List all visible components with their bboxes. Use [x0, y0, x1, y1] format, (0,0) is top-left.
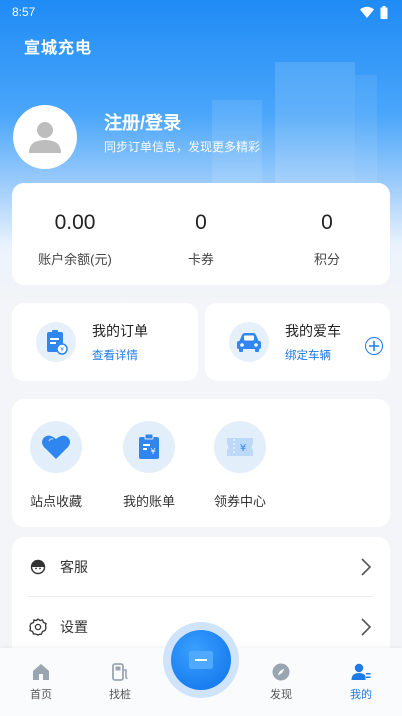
chevron-right-icon [361, 558, 372, 576]
settings-icon [28, 617, 48, 637]
tool-coupon-center[interactable]: ¥ 领券中心 [200, 421, 280, 510]
charger-icon [112, 663, 128, 681]
menu-label: 客服 [60, 559, 88, 575]
tool-my-bills[interactable]: ¥ 我的账单 [109, 421, 189, 510]
tab-label: 我的 [350, 689, 372, 701]
tab-home[interactable]: 首页 [11, 662, 71, 702]
stat-balance[interactable]: 0.00 账户余额(元) [12, 183, 138, 285]
tab-mine[interactable]: 我的 [331, 662, 391, 702]
svg-text:¥: ¥ [150, 447, 155, 456]
tab-label: 发现 [270, 689, 292, 701]
my-orders-card[interactable]: ¥ 我的订单 查看详情 [12, 303, 198, 381]
add-vehicle-button[interactable] [365, 337, 383, 355]
compass-icon [272, 663, 290, 681]
my-car-title: 我的爱车 [285, 323, 341, 339]
car-icon [229, 322, 269, 362]
my-orders-title: 我的订单 [92, 323, 148, 339]
tool-label: 站点收藏 [29, 494, 82, 509]
login-subtitle: 同步订单信息，发现更多精彩 [104, 140, 261, 154]
tool-favorite-stations[interactable]: 站点收藏 [16, 421, 96, 510]
stat-points[interactable]: 0 积分 [264, 183, 390, 285]
points-label: 积分 [313, 252, 340, 267]
balance-label: 账户余额(元) [38, 252, 112, 267]
account-stats-card: 0.00 账户余额(元) 0 卡券 0 积分 [12, 183, 390, 285]
user-icon [351, 663, 371, 680]
login-register-link[interactable]: 注册/登录 [104, 109, 181, 135]
tab-find-charger[interactable]: 找桩 [90, 662, 150, 702]
menu-label: 设置 [60, 619, 88, 635]
coupons-label: 卡券 [187, 252, 214, 267]
bind-vehicle-link[interactable]: 绑定车辆 [285, 347, 341, 363]
tab-label: 找桩 [109, 689, 131, 701]
coupon-icon: ¥ [214, 421, 266, 473]
app-title: 宣城充电 [24, 40, 93, 57]
heart-icon [30, 421, 82, 473]
order-icon: ¥ [36, 322, 76, 362]
tool-label: 我的账单 [122, 494, 175, 509]
scan-charge-button[interactable] [163, 622, 239, 698]
customer-service-icon [28, 557, 48, 577]
battery-icon [380, 5, 388, 19]
view-details-link[interactable]: 查看详情 [92, 347, 148, 363]
chevron-right-icon [361, 618, 372, 636]
my-car-card[interactable]: 我的爱车 绑定车辆 [205, 303, 390, 381]
tool-label: 领券中心 [213, 494, 266, 509]
points-value: 0 [321, 211, 333, 234]
svg-text:¥: ¥ [240, 443, 246, 454]
scan-icon [189, 651, 213, 669]
tab-discover[interactable]: 发现 [251, 662, 311, 702]
stat-coupons[interactable]: 0 卡券 [138, 183, 264, 285]
bill-icon: ¥ [123, 421, 175, 473]
tab-label: 首页 [30, 689, 52, 701]
home-icon [33, 664, 49, 680]
wifi-icon [360, 6, 374, 18]
tools-card: 站点收藏 ¥ 我的账单 ¥ 领券中心 [12, 399, 390, 527]
plus-icon [369, 341, 379, 351]
svg-text:¥: ¥ [60, 347, 64, 354]
coupons-value: 0 [195, 211, 207, 234]
default-avatar-icon [29, 122, 61, 153]
avatar[interactable] [13, 105, 77, 169]
menu-item-customer-service[interactable]: 客服 [12, 537, 390, 597]
status-time: 8:57 [12, 5, 36, 19]
balance-value: 0.00 [54, 211, 96, 234]
scan-charge-fab [171, 630, 231, 690]
status-bar: 8:57 [0, 0, 402, 24]
